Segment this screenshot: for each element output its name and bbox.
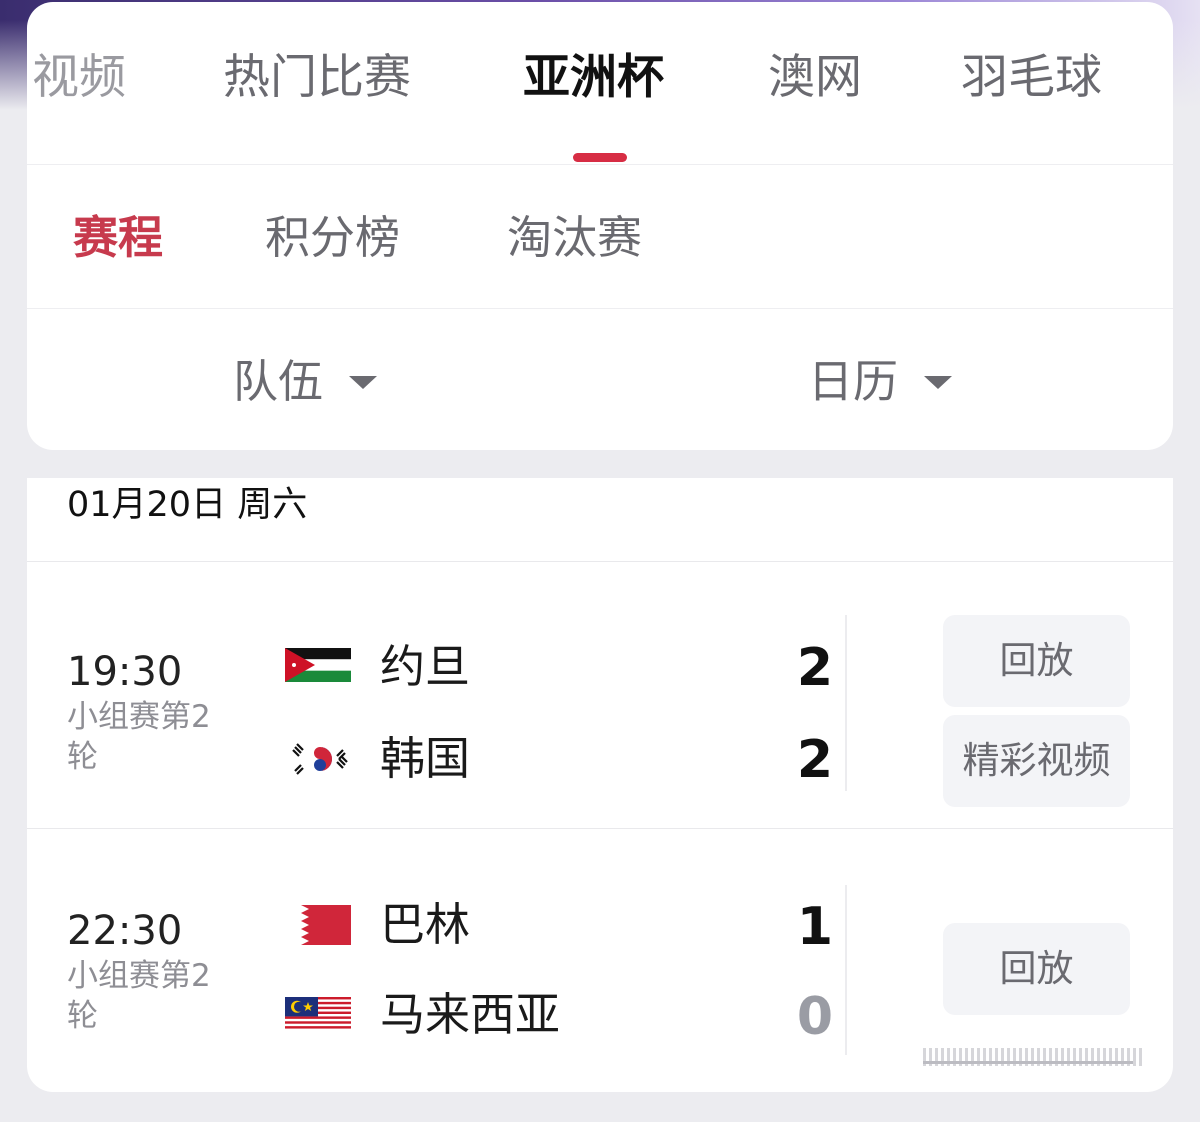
bahrain-flag-icon bbox=[285, 905, 351, 945]
filter-bar: 队伍 日历 bbox=[27, 309, 1173, 449]
subtab-standings[interactable]: 积分榜 bbox=[265, 209, 400, 267]
tab-australian-open[interactable]: 澳网 bbox=[768, 48, 862, 108]
team-filter-dropdown[interactable]: 队伍 bbox=[233, 353, 378, 411]
sub-tab-bar: 赛程 积分榜 淘汰赛 bbox=[27, 165, 1173, 309]
replay-button[interactable]: 回放 bbox=[943, 615, 1130, 707]
match-time: 19:30 bbox=[67, 649, 183, 695]
away-score: 2 bbox=[796, 730, 834, 790]
navigation-card: 视频 热门比赛 亚洲杯 澳网 羽毛球 赛程 积分榜 淘汰赛 队伍 日历 bbox=[27, 2, 1173, 450]
calendar-filter-dropdown[interactable]: 日历 bbox=[808, 353, 953, 411]
divider bbox=[845, 885, 847, 1055]
match-time: 22:30 bbox=[67, 908, 183, 954]
watermark-underline bbox=[923, 1061, 1133, 1064]
calendar-filter-label: 日历 bbox=[808, 355, 899, 408]
tab-hot-matches[interactable]: 热门比赛 bbox=[223, 48, 411, 108]
date-header: 01月20日 周六 bbox=[27, 478, 1173, 562]
team-name: 约旦 bbox=[380, 640, 471, 693]
malaysia-flag-icon bbox=[285, 997, 351, 1031]
main-tab-bar: 视频 热门比赛 亚洲杯 澳网 羽毛球 bbox=[27, 2, 1173, 165]
subtab-knockout[interactable]: 淘汰赛 bbox=[507, 209, 642, 267]
match-round: 小组赛第2轮 bbox=[67, 699, 211, 775]
subtab-schedule[interactable]: 赛程 bbox=[73, 209, 163, 267]
away-score: 0 bbox=[796, 987, 834, 1047]
tab-video[interactable]: 视频 bbox=[32, 48, 126, 108]
tab-badminton[interactable]: 羽毛球 bbox=[961, 48, 1102, 108]
active-tab-indicator bbox=[573, 153, 627, 162]
home-score: 2 bbox=[796, 638, 834, 698]
match-list-card: 01月20日 周六 19:30 小组赛第2轮 约旦 2 韩国 2 回放 精彩视频… bbox=[27, 478, 1173, 1092]
jordan-flag-icon bbox=[285, 648, 351, 682]
team-name: 韩国 bbox=[380, 732, 471, 785]
replay-button[interactable]: 回放 bbox=[943, 923, 1130, 1015]
match-row[interactable]: 19:30 小组赛第2轮 约旦 2 韩国 2 回放 精彩视频 bbox=[27, 562, 1173, 829]
caret-down-icon bbox=[349, 375, 378, 389]
team-name: 巴林 bbox=[380, 898, 471, 951]
match-round: 小组赛第2轮 bbox=[67, 958, 211, 1034]
date-header-text: 01月20日 周六 bbox=[67, 485, 308, 525]
team-name: 马来西亚 bbox=[380, 988, 561, 1041]
highlights-button[interactable]: 精彩视频 bbox=[943, 715, 1130, 807]
caret-down-icon bbox=[924, 375, 953, 389]
team-filter-label: 队伍 bbox=[233, 355, 324, 408]
south-korea-flag-icon bbox=[289, 738, 351, 780]
divider bbox=[845, 615, 847, 791]
home-score: 1 bbox=[796, 897, 834, 957]
tab-asian-cup[interactable]: 亚洲杯 bbox=[523, 48, 664, 108]
